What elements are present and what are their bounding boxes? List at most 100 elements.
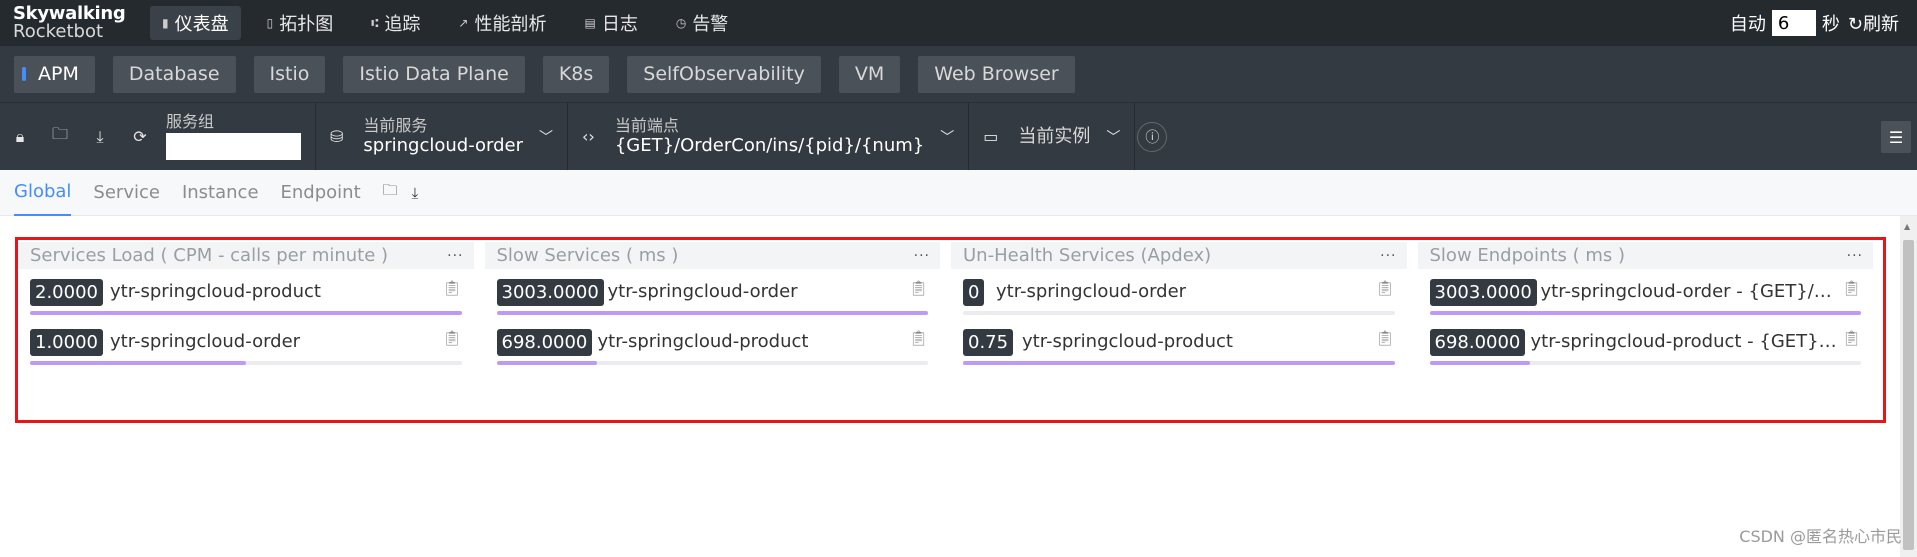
layer-tab-apm[interactable]: APM <box>14 55 95 93</box>
service-group-block: 服务组 <box>166 113 301 160</box>
list-item[interactable]: 0.75 ytr-springcloud-product 📋︎ <box>963 319 1395 369</box>
layer-tabs: APM Database Istio Istio Data Plane K8s … <box>0 46 1917 102</box>
code-icon: ‹› <box>582 127 595 146</box>
list-item[interactable]: 698.0000 ytr-springcloud-product - {GET}… <box>1429 319 1861 369</box>
profile-icon: ↗ <box>458 16 469 30</box>
top-nav-bar: Skywalking Rocketbot ▮ 仪表盘 ▯ 拓扑图 ⑆ 追踪 ↗ … <box>0 0 1917 46</box>
scroll-up-icon[interactable]: ▲ <box>1904 222 1910 231</box>
folder-icon[interactable]: 🗀 <box>40 123 80 150</box>
info-icon[interactable]: ⓘ <box>1137 121 1168 152</box>
value-badge: 3003.0000 <box>496 279 604 306</box>
clipboard-icon[interactable]: 📋︎ <box>442 279 461 297</box>
scroll-thumb[interactable] <box>1903 240 1914 550</box>
dashboard-icon: ▮ <box>162 16 169 30</box>
progress-track <box>30 311 462 315</box>
refresh-button[interactable]: ↻刷新 <box>1848 10 1899 36</box>
nav-alarm[interactable]: ◷ 告警 <box>664 6 740 40</box>
clipboard-icon[interactable]: 📋︎ <box>1375 279 1394 297</box>
widget-header: Services Load ( CPM - calls per minute )… <box>18 242 474 269</box>
list-item[interactable]: 698.0000 ytr-springcloud-product 📋︎ <box>496 319 928 369</box>
selector-toolbar: 🔒︎ 🗀 ⤓ ⟳ 服务组 ⛁ 当前服务 springcloud-order ﹀ … <box>0 102 1917 171</box>
more-icon[interactable]: ··· <box>914 248 930 264</box>
nav-profile-label: 性能剖析 <box>474 14 547 35</box>
nav-profile[interactable]: ↗ 性能剖析 <box>446 6 558 40</box>
more-icon[interactable]: ··· <box>447 248 463 264</box>
more-icon[interactable]: ··· <box>1847 248 1863 264</box>
auto-refresh-controls: 自动 秒 ↻刷新 <box>1730 0 1899 46</box>
lock-icon[interactable]: 🔒︎ <box>0 127 40 147</box>
chevron-down-icon: ﹀ <box>1106 129 1121 146</box>
chevron-down-icon: ﹀ <box>940 129 955 146</box>
progress-fill <box>30 311 462 315</box>
nav-topology[interactable]: ▯ 拓扑图 <box>255 6 346 40</box>
progress-track <box>1429 311 1861 315</box>
main-nav: ▮ 仪表盘 ▯ 拓扑图 ⑆ 追踪 ↗ 性能剖析 ▤ 日志 ◷ 告警 <box>150 0 754 46</box>
clipboard-icon[interactable]: 📋︎ <box>442 329 461 347</box>
progress-fill <box>30 361 246 365</box>
item-name: ytr-springcloud-order <box>607 281 798 302</box>
list-item[interactable]: 1.0000 ytr-springcloud-order 📋︎ <box>30 319 462 369</box>
auto-label[interactable]: 自动 <box>1730 10 1766 36</box>
list-item[interactable]: 3003.0000 ytr-springcloud-order 📋︎ <box>496 269 928 319</box>
widget-slow-services: Slow Services ( ms ) ··· 3003.0000 ytr-s… <box>484 242 940 369</box>
app-root: Skywalking Rocketbot ▮ 仪表盘 ▯ 拓扑图 ⑆ 追踪 ↗ … <box>0 0 1917 557</box>
widget-title: Services Load ( CPM - calls per minute ) <box>30 245 389 266</box>
progress-fill <box>496 361 597 365</box>
service-value: springcloud-order <box>363 134 524 156</box>
value-badge: 1.0000 <box>30 329 103 356</box>
tab-instance[interactable]: Instance <box>182 170 259 216</box>
nav-log-label: 日志 <box>601 14 638 35</box>
service-selector-text: 当前服务 springcloud-order <box>363 116 524 157</box>
tab-global[interactable]: Global <box>14 170 72 216</box>
logo-line2: Rocketbot <box>13 21 104 42</box>
nav-dashboard[interactable]: ▮ 仪表盘 <box>150 6 241 40</box>
tab-endpoint[interactable]: Endpoint <box>281 170 361 216</box>
tab-service[interactable]: Service <box>93 170 160 216</box>
folder-icon[interactable]: 🗀 <box>383 180 398 205</box>
clipboard-icon[interactable]: 📋︎ <box>1842 329 1861 347</box>
clipboard-icon[interactable]: 📋︎ <box>1842 279 1861 297</box>
download-icon[interactable]: ⤓ <box>80 127 120 147</box>
divider <box>1134 102 1136 171</box>
progress-track <box>1429 361 1861 365</box>
nav-log[interactable]: ▤ 日志 <box>572 6 649 40</box>
nav-trace[interactable]: ⑆ 追踪 <box>359 6 432 40</box>
layer-tab-web-browser[interactable]: Web Browser <box>918 55 1075 93</box>
nav-topology-label: 拓扑图 <box>279 14 334 35</box>
refresh-interval-input[interactable] <box>1771 10 1816 36</box>
sync-icon[interactable]: ⟳ <box>120 127 160 146</box>
progress-track <box>963 361 1395 365</box>
service-selector[interactable]: ⛁ 当前服务 springcloud-order ﹀ <box>316 103 567 171</box>
layer-tab-istio[interactable]: Istio <box>253 55 326 93</box>
instance-selector[interactable]: ▭ 当前实例 ﹀ <box>969 103 1134 171</box>
endpoint-selector[interactable]: ‹› 当前端点 {GET}/OrderCon/ins/{pid}/{num} ﹀ <box>568 103 968 171</box>
list-item[interactable]: 2.0000 ytr-springcloud-product 📋︎ <box>30 269 462 319</box>
item-name: ytr-springcloud-order - {GET}/Or... <box>1540 281 1840 302</box>
layer-tab-vm[interactable]: VM <box>838 55 901 93</box>
more-icon[interactable]: ··· <box>1380 248 1396 264</box>
widget-header: Slow Endpoints ( ms ) ··· <box>1417 242 1873 269</box>
download-icon[interactable]: ⤓ <box>412 184 419 202</box>
list-item[interactable]: 3003.0000 ytr-springcloud-order - {GET}/… <box>1429 269 1861 319</box>
menu-toggle-icon[interactable]: ☰ <box>1881 121 1911 153</box>
scrollbar[interactable]: ▲ <box>1900 216 1917 557</box>
progress-fill <box>963 361 1395 365</box>
log-icon: ▤ <box>584 16 596 30</box>
layer-tab-database[interactable]: Database <box>112 55 236 93</box>
clipboard-icon[interactable]: 📋︎ <box>909 279 928 297</box>
service-group-selector: 服务组 <box>160 103 315 171</box>
nav-dashboard-label: 仪表盘 <box>174 14 229 35</box>
instance-label: 当前实例 <box>1018 125 1091 147</box>
item-name: ytr-springcloud-product - {GET}/Pr... <box>1530 331 1840 352</box>
service-group-input[interactable] <box>166 133 301 160</box>
layer-tab-istio-data-plane[interactable]: Istio Data Plane <box>343 55 525 93</box>
clipboard-icon[interactable]: 📋︎ <box>1375 329 1394 347</box>
endpoint-label: 当前端点 <box>614 115 679 135</box>
layer-tab-selfobservability[interactable]: SelfObservability <box>627 55 821 93</box>
top-list-widgets: Services Load ( CPM - calls per minute )… <box>18 242 1880 369</box>
clipboard-icon[interactable]: 📋︎ <box>909 329 928 347</box>
logo[interactable]: Skywalking Rocketbot <box>0 5 150 41</box>
list-item[interactable]: 0 ytr-springcloud-order 📋︎ <box>963 269 1395 319</box>
layer-tab-k8s[interactable]: K8s <box>542 55 610 93</box>
widget-services-load: Services Load ( CPM - calls per minute )… <box>18 242 474 369</box>
